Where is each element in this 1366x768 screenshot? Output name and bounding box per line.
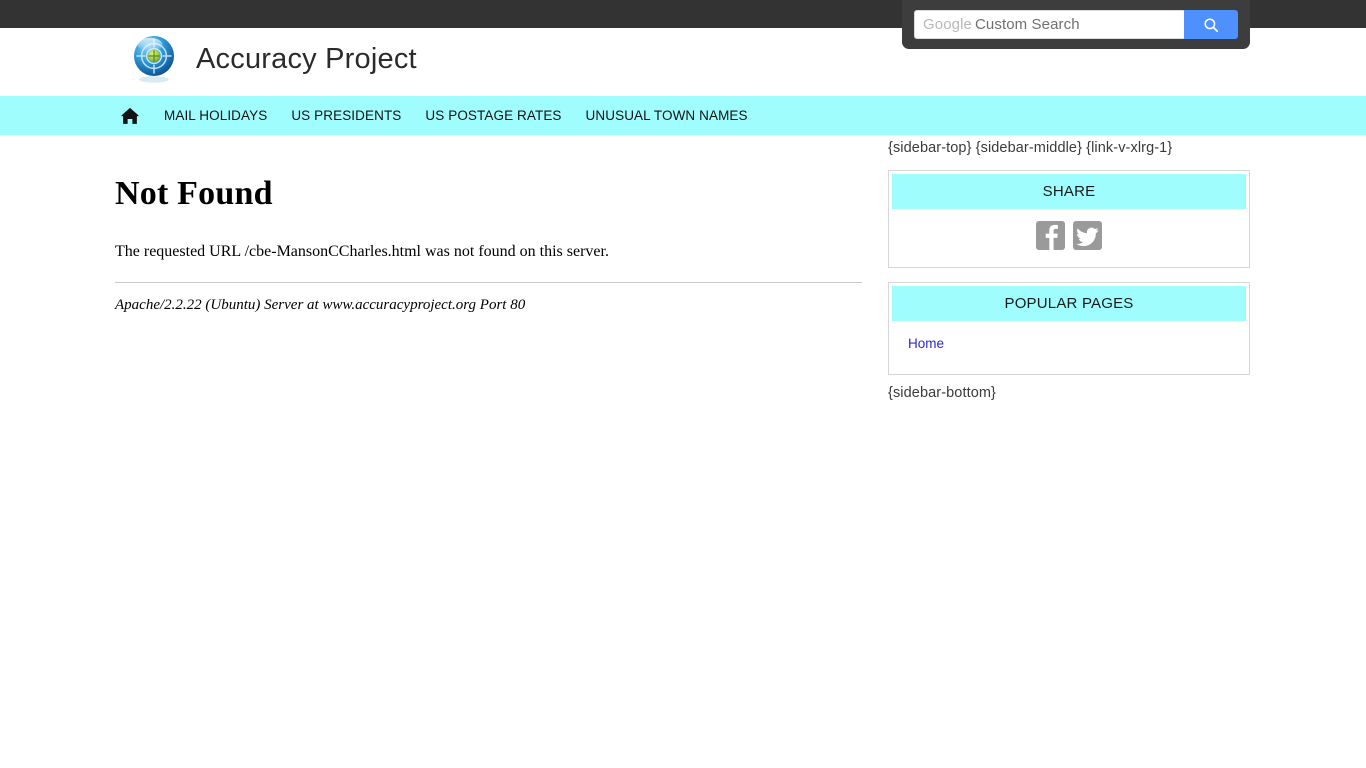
sidebar: {sidebar-top} {sidebar-middle} {link-v-x… [888, 135, 1250, 401]
home-icon [120, 107, 140, 124]
brand-link[interactable]: Accuracy Project [128, 33, 417, 85]
popular-pages-widget: POPULAR PAGES Home [888, 282, 1250, 375]
search-icon [1204, 17, 1219, 32]
search-row: Google Custom Search [914, 10, 1238, 39]
search-placeholder-text: Custom Search [974, 16, 1080, 33]
main-content: Not Found The requested URL /cbe-MansonC… [115, 135, 865, 314]
error-heading: Not Found [115, 175, 273, 212]
share-widget-title: SHARE [892, 174, 1246, 209]
sidebar-top-token: {sidebar-top} {sidebar-middle} {link-v-x… [888, 140, 1173, 156]
site-title: Accuracy Project [196, 42, 417, 75]
nav-item-unusual-town-names[interactable]: UNUSUAL TOWN NAMES [586, 108, 748, 123]
share-icon-list [892, 219, 1246, 252]
server-signature: Apache/2.2.22 (Ubuntu) Server at www.acc… [115, 297, 526, 314]
nav-inner: MAIL HOLIDAYS US PRESIDENTS US POSTAGE R… [118, 106, 748, 126]
nav-item-us-presidents[interactable]: US PRESIDENTS [291, 108, 401, 123]
facebook-icon [1045, 224, 1058, 250]
nav-item-mail-holidays[interactable]: MAIL HOLIDAYS [164, 108, 267, 123]
nav-home-link[interactable] [118, 106, 142, 126]
popular-page-link-home[interactable]: Home [908, 336, 944, 351]
main-navigation: MAIL HOLIDAYS US PRESIDENTS US POSTAGE R… [0, 96, 1366, 135]
popular-pages-title: POPULAR PAGES [892, 286, 1246, 321]
popular-pages-body: Home [892, 321, 1246, 371]
share-widget-body [892, 209, 1246, 264]
content-divider [115, 282, 862, 284]
search-placeholder-brand: Google [923, 16, 972, 33]
facebook-share-button[interactable] [1036, 221, 1065, 250]
error-message: The requested URL /cbe-MansonCCharles.ht… [115, 243, 609, 261]
nav-item-us-postage-rates[interactable]: US POSTAGE RATES [425, 108, 561, 123]
sidebar-bottom-token: {sidebar-bottom} [888, 385, 996, 401]
twitter-icon [1076, 227, 1099, 247]
twitter-share-button[interactable] [1073, 221, 1102, 250]
target-globe-logo [128, 33, 180, 85]
share-widget: SHARE [888, 170, 1250, 268]
google-custom-search-panel: Google Custom Search [902, 0, 1250, 49]
search-input[interactable]: Google Custom Search [914, 10, 1184, 39]
search-button[interactable] [1184, 10, 1238, 39]
